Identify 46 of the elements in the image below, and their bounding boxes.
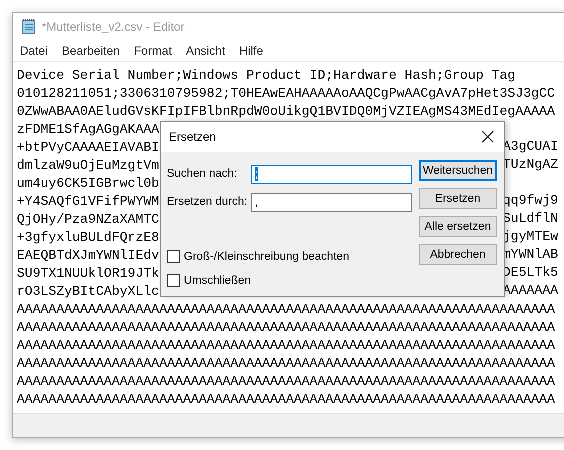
dialog-button[interactable]: Ersetzen — [419, 188, 497, 209]
text-line: 010128211051;3306310795982;T0HEAwEAHAAAAAoAAQCgPwAACgAvA7pHet3SJ3gCC — [17, 86, 556, 100]
text-line: A3gCUAI — [503, 138, 558, 156]
notepad-icon — [22, 19, 36, 35]
field-label: Suchen nach: — [167, 168, 238, 180]
text-line: AAAAAAA — [503, 282, 558, 300]
dialog-button[interactable]: Weitersuchen — [419, 160, 497, 181]
text-line: AAAAAAAAAAAAAAAAAAAAAAAAAAAAAAAAAAAAAAAAAAAAAAAAAAAAAAAAAAAAAAAAAAAA — [17, 374, 556, 388]
input-field[interactable]: ; — [251, 164, 412, 184]
checkbox-label: Groß-/Kleinschreibung beachten — [184, 250, 350, 262]
close-icon[interactable] — [482, 131, 494, 143]
field-label: Ersetzen durch: — [167, 196, 249, 208]
text-line: Device Serial Number;Windows Product ID;Hardware Hash;Group Tag — [17, 68, 516, 82]
text-line: AAAAAAAAAAAAAAAAAAAAAAAAAAAAAAAAAAAAAAAAAAAAAAAAAAAAAAAAAAAAAAAAAAAA — [17, 338, 556, 352]
menu-item[interactable]: Format — [134, 44, 180, 58]
checkbox[interactable] — [167, 250, 180, 263]
dialog-title: Ersetzen — [169, 130, 216, 144]
checkbox[interactable] — [167, 274, 180, 287]
menu-item[interactable]: Datei — [20, 44, 56, 58]
dialog-button[interactable]: Abbrechen — [419, 244, 497, 265]
text-line: TUzNgAZ — [503, 156, 558, 174]
text-line: um4uy6CK5IGBrwcl0b — [17, 176, 160, 190]
text-line: rO3LSZyBItCAbyXLlc — [17, 284, 160, 298]
text-line: jgyMTEw — [503, 228, 558, 246]
menu-item[interactable]: Hilfe — [239, 44, 270, 58]
checkbox-label: Umschließen — [184, 274, 252, 286]
text-line: zFDME1SfAgAGgAKAAA — [17, 122, 160, 136]
text-line: AAAAAAAAAAAAAAAAAAAAAAAAAAAAAAAAAAAAAAAAAAAAAAAAAAAAAAAAAAAAAAAAAAAA — [17, 320, 556, 334]
text-line: dmlzaW9uOjEuMzgtVm — [17, 158, 160, 172]
text-line: AAAAAAAAAAAAAAAAAAAAAAAAAAAAAAAAAAAAAAAAAAAAAAAAAAAAAAAAAAAAAAAAAAAA — [17, 302, 556, 316]
menu-item[interactable]: Bearbeiten — [62, 44, 128, 58]
text-line: AAAAAAAAAAAAAAAAAAAAAAAAAAAAAAAAAAAAAAAAAAAAAAAAAAAAAAAAAAAAAAAAAAAA — [17, 356, 556, 370]
dialog-button[interactable]: Alle ersetzen — [419, 216, 497, 237]
input-field[interactable]: , — [251, 192, 412, 212]
text-line: EAEQBTdXJmYWNlIEdv — [17, 248, 160, 262]
text-line: +Y4SAQfG1VFifPWYWM — [17, 194, 160, 208]
text-line: SuLdflN — [503, 210, 558, 228]
text-line: qq9fwj9 — [503, 192, 558, 210]
text-line: QjOHy/Pza9NZaXAMTC — [17, 212, 160, 226]
text-line: +btPVyCAAAAEIAVABI — [17, 140, 160, 154]
text-line: AAAAAAAAAAAAAAAAAAAAAAAAAAAAAAAAAAAAAAAAAAAAAAAAAAAAAAAAAAAAAAAAAAAA — [17, 392, 556, 406]
text-line: +3gfyxluBULdFQrzE8 — [17, 230, 160, 244]
window-title: *Mutterliste_v2.csv - Editor — [42, 20, 185, 34]
menu-item[interactable]: Ansicht — [186, 44, 232, 58]
text-line: SU9TX1NUUklOR19JTk — [17, 266, 160, 280]
text-line: 0ZWwABAA0AEludGVsKFIpIFBlbnRpdW0oUikgQ1BVIDQ0MjVZIEAgMS43MEdIegAAAAA — [17, 104, 556, 118]
